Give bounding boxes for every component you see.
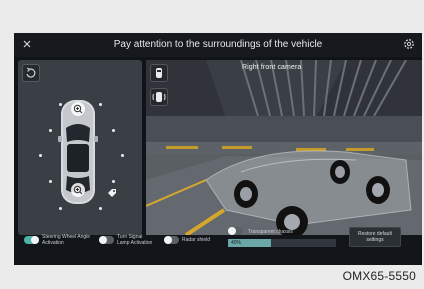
rotate-view-icon: [26, 67, 36, 78]
sensor-dot: [99, 103, 102, 106]
radar-shield-label: Radar shield: [182, 237, 211, 243]
steering-angle-label-line2: Activation: [42, 240, 64, 246]
camera-front-button[interactable]: [150, 64, 168, 82]
sensor-dot: [59, 207, 62, 210]
close-icon: [23, 40, 31, 48]
bird-eye-view-panel: [18, 60, 142, 235]
zoom-in-icon: [73, 185, 83, 195]
restore-label-line2: settings: [366, 237, 384, 243]
steering-angle-label: Steering Wheel Angle Activation: [42, 234, 90, 246]
transparency-value: 40%: [231, 240, 242, 246]
transparent-chassis-label: Transparent chassis: [248, 229, 293, 235]
sensor-dot: [49, 180, 52, 183]
transparency-slider[interactable]: 40%: [228, 239, 336, 247]
sensor-dot: [99, 207, 102, 210]
camera-feed: Right front camera: [146, 60, 422, 235]
sensor-dot: [112, 180, 115, 183]
page-title: Pay attention to the surroundings of the…: [113, 39, 323, 50]
camera-scene: [146, 60, 422, 235]
radar-shield-toggle[interactable]: [164, 236, 179, 244]
restore-defaults-button[interactable]: Restore default settings: [349, 227, 401, 247]
sensor-dot: [121, 154, 124, 157]
close-button[interactable]: [20, 36, 34, 52]
settings-button[interactable]: [402, 37, 416, 51]
car-front-icon: [156, 68, 162, 78]
transparent-chassis-toggle[interactable]: [228, 227, 243, 235]
steering-angle-toggle[interactable]: [24, 236, 39, 244]
view-toggle-button[interactable]: [22, 64, 40, 82]
gear-icon: [404, 39, 414, 49]
sensor-dot: [39, 154, 42, 157]
zoom-rear-button[interactable]: [71, 183, 85, 197]
zoom-in-icon: [73, 104, 83, 114]
zoom-front-button[interactable]: [71, 102, 85, 116]
turn-signal-label: Turn Signal Lamp Activation: [117, 234, 152, 246]
car-side-icon: [152, 92, 166, 102]
camera-side-button[interactable]: [150, 88, 168, 106]
figure-code: OMX65-5550: [342, 269, 416, 283]
camera-label: Right front camera: [242, 64, 302, 71]
camera-screen: Pay attention to the surroundings of the…: [14, 33, 422, 265]
top-bar: Pay attention to the surroundings of the…: [14, 33, 422, 57]
turn-signal-toggle[interactable]: [99, 236, 114, 244]
tag-icon[interactable]: [106, 187, 118, 199]
restore-defaults-label: Restore default settings: [358, 231, 392, 243]
sensor-dot: [49, 129, 52, 132]
sensor-dot: [112, 129, 115, 132]
turn-signal-label-line2: Lamp Activation: [117, 240, 153, 246]
